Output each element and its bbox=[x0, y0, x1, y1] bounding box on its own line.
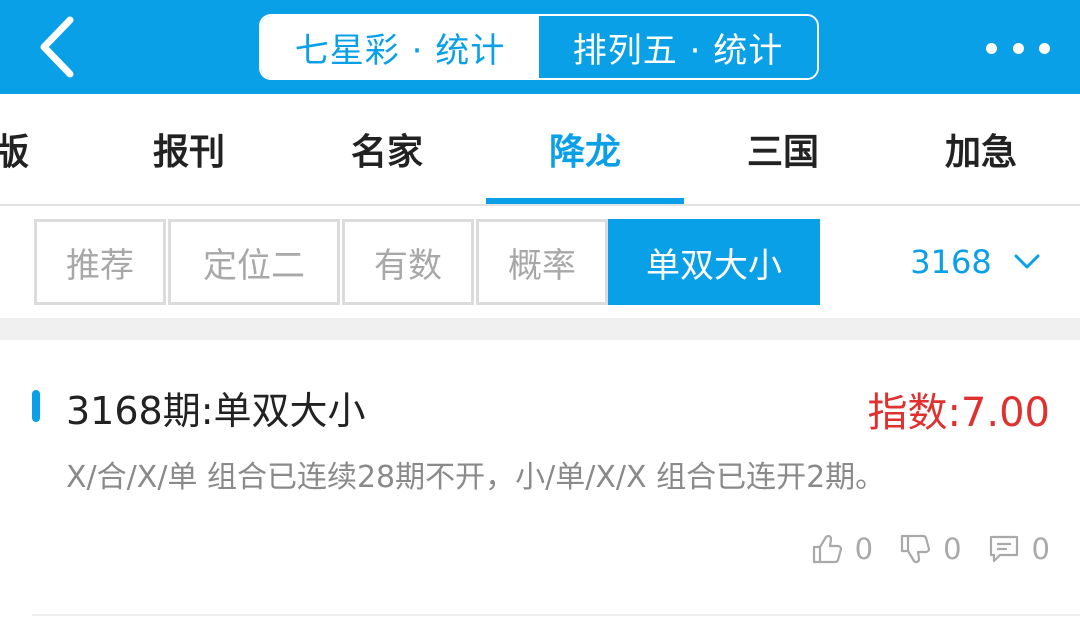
comment-icon bbox=[989, 535, 1018, 563]
tab-jiaji[interactable]: 加急 bbox=[882, 94, 1080, 204]
back-chevron-icon bbox=[40, 16, 74, 78]
article-title: 3168期:单双大小 bbox=[66, 389, 366, 433]
like-count: 0 bbox=[854, 532, 874, 566]
filter-bar: 推荐 定位二 有数 概率 单双大小 3168 bbox=[0, 206, 1080, 318]
thumbs-down-icon bbox=[900, 534, 931, 564]
title-accent-bar bbox=[32, 390, 40, 422]
segment-qixingcai-stats[interactable]: 七星彩 · 统计 bbox=[261, 16, 539, 78]
filter-danshuangdaxiao[interactable]: 单双大小 bbox=[608, 219, 820, 305]
thumbs-up-icon bbox=[812, 534, 842, 564]
issue-number-value: 3168 bbox=[910, 243, 992, 281]
section-separator bbox=[0, 318, 1080, 340]
article-card[interactable]: 3168期:单双大小 指数:7.00 X/合/X/单 组合已连续28期不开，小/… bbox=[0, 340, 1080, 623]
filter-tuijian[interactable]: 推荐 bbox=[34, 219, 166, 305]
filter-youshu[interactable]: 有数 bbox=[342, 219, 474, 305]
dislike-button[interactable]: 0 bbox=[899, 532, 962, 566]
article-description: X/合/X/单 组合已连续28期不开，小/单/X/X 组合已连开2期。 bbox=[66, 460, 886, 495]
tab-baokan[interactable]: 报刊 bbox=[90, 94, 288, 204]
filter-dingweier[interactable]: 定位二 bbox=[168, 219, 340, 305]
comment-count: 0 bbox=[1031, 532, 1050, 566]
segment-pailiewu-stats[interactable]: 排列五 · 统计 bbox=[539, 16, 817, 78]
article-actions: 0 0 0 bbox=[811, 532, 1050, 566]
comment-button[interactable]: 0 bbox=[988, 532, 1050, 566]
more-button[interactable] bbox=[986, 28, 1050, 68]
active-tab-indicator bbox=[486, 198, 684, 204]
tab-sanguo[interactable]: 三国 bbox=[684, 94, 882, 204]
issue-number-select[interactable]: 3168 bbox=[890, 219, 1060, 305]
back-button[interactable] bbox=[28, 14, 88, 80]
more-dots-icon bbox=[1012, 42, 1024, 54]
filter-gailv[interactable]: 概率 bbox=[476, 219, 608, 305]
like-button[interactable]: 0 bbox=[811, 532, 873, 566]
article-index: 指数:7.00 bbox=[867, 390, 1050, 436]
lottery-segmented-control: 七星彩 · 统计 排列五 · 统计 bbox=[259, 14, 819, 80]
card-divider bbox=[32, 614, 1080, 616]
more-dots-icon bbox=[986, 42, 997, 54]
category-tabs: 版 报刊 名家 降龙 三国 加急 bbox=[0, 94, 1080, 206]
top-app-bar: 七星彩 · 统计 排列五 · 统计 bbox=[0, 0, 1080, 94]
chevron-down-icon bbox=[1014, 254, 1040, 269]
tab-xianglong[interactable]: 降龙 bbox=[486, 94, 684, 204]
tab-mingjia[interactable]: 名家 bbox=[288, 94, 486, 204]
more-dots-icon bbox=[1039, 42, 1050, 54]
dislike-count: 0 bbox=[943, 532, 962, 566]
